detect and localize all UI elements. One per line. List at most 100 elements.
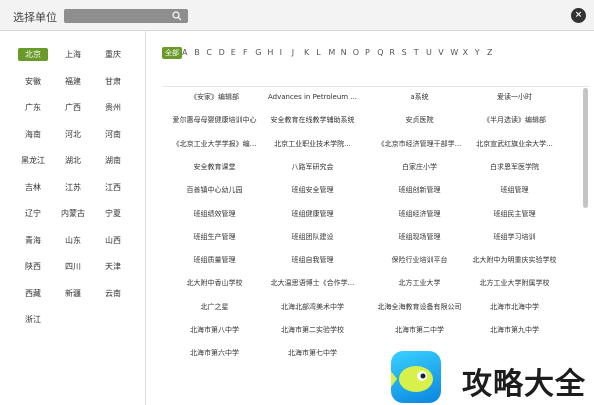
letter-filter-item[interactable]: U <box>426 47 432 59</box>
province-item[interactable]: 青海 <box>18 234 48 247</box>
province-item[interactable]: 海南 <box>18 128 48 141</box>
province-item[interactable]: 河北 <box>58 128 88 141</box>
letter-filter-item[interactable]: Z <box>487 47 492 59</box>
unit-item[interactable]: 北广之星 <box>162 301 267 313</box>
province-item[interactable]: 四川 <box>58 260 88 273</box>
letter-filter-item[interactable]: K <box>304 47 309 59</box>
letter-filter-item[interactable]: Q <box>377 47 383 59</box>
unit-item[interactable]: 八路军研究会 <box>260 161 365 173</box>
province-item[interactable]: 天津 <box>98 260 128 273</box>
province-item[interactable]: 内蒙古 <box>58 207 88 220</box>
unit-item[interactable]: a系统 <box>367 91 472 103</box>
unit-item[interactable]: 班组自我管理 <box>260 254 365 266</box>
unit-item[interactable]: 北京工业职业技术学院... <box>260 138 365 150</box>
letter-filter-item[interactable]: R <box>389 47 395 59</box>
province-item[interactable]: 吉林 <box>18 181 48 194</box>
province-item[interactable]: 河南 <box>98 128 128 141</box>
province-item[interactable]: 陕西 <box>18 260 48 273</box>
province-item[interactable]: 广西 <box>58 101 88 114</box>
letter-filter-item[interactable]: L <box>316 47 320 59</box>
unit-item[interactable]: 北海北部湾美术中学 <box>260 301 365 313</box>
unit-item[interactable]: 班组民主管理 <box>462 208 567 220</box>
unit-item[interactable]: 《北京市经济管理干部学... <box>367 138 472 150</box>
letter-filter-item[interactable]: 全部 <box>162 47 182 59</box>
unit-item[interactable]: 《北京工业大学学报》编... <box>162 138 267 150</box>
letter-filter-item[interactable]: I <box>280 47 282 59</box>
unit-item[interactable]: 班组健康管理 <box>260 208 365 220</box>
unit-item[interactable]: 班组质量管理 <box>162 254 267 266</box>
unit-item[interactable]: 班组团队建设 <box>260 231 365 243</box>
letter-filter-item[interactable]: X <box>463 47 468 59</box>
unit-item[interactable]: 安全教育在线教学辅助系统 <box>260 114 365 126</box>
unit-item[interactable]: 北大附中香山学校 <box>162 277 267 289</box>
letter-filter-item[interactable]: G <box>255 47 261 59</box>
unit-item[interactable]: 安全教育课堂 <box>162 161 267 173</box>
unit-item[interactable]: 班组经济管理 <box>367 208 472 220</box>
letter-filter-item[interactable]: H <box>267 47 273 59</box>
letter-filter-item[interactable]: A <box>182 47 187 59</box>
letter-filter-item[interactable]: O <box>353 47 359 59</box>
province-item[interactable]: 浙江 <box>18 313 48 326</box>
unit-item[interactable]: 北海全海教育设备有限公司 <box>367 301 472 313</box>
unit-item[interactable]: 班组绩效管理 <box>162 208 267 220</box>
letter-filter-item[interactable]: D <box>219 47 225 59</box>
letter-filter-item[interactable]: J <box>292 47 294 59</box>
unit-item[interactable]: 《半月选读》编辑部 <box>462 114 567 126</box>
province-item[interactable]: 上海 <box>58 48 88 61</box>
unit-item[interactable]: 北方工业大学 <box>367 277 472 289</box>
province-item[interactable]: 北京 <box>18 48 48 61</box>
letter-filter-item[interactable]: S <box>402 47 407 59</box>
province-item[interactable]: 福建 <box>58 75 88 88</box>
unit-item[interactable]: 北海市第八中学 <box>162 324 267 336</box>
unit-item[interactable]: 北大温思语博士《合作学... <box>260 277 365 289</box>
unit-item[interactable]: 北海市第二实验学校 <box>260 324 365 336</box>
letter-filter-item[interactable]: B <box>194 47 200 59</box>
unit-item[interactable]: 北方工业大学附属学校 <box>462 277 567 289</box>
unit-item[interactable]: 北海市第二中学 <box>367 324 472 336</box>
unit-item[interactable]: 北京宣武红旗业余大学... <box>462 138 567 150</box>
province-item[interactable]: 甘肃 <box>98 75 128 88</box>
letter-filter-item[interactable]: C <box>206 47 212 59</box>
letter-filter-item[interactable]: F <box>243 47 248 59</box>
letter-filter-item[interactable]: V <box>438 47 443 59</box>
scrollbar[interactable] <box>583 88 588 208</box>
unit-item[interactable]: 班组创新管理 <box>367 184 472 196</box>
letter-filter-item[interactable]: M <box>328 47 335 59</box>
province-item[interactable]: 山西 <box>98 234 128 247</box>
unit-item[interactable]: 班组现场管理 <box>367 231 472 243</box>
province-item[interactable]: 贵州 <box>98 101 128 114</box>
unit-item[interactable]: 爱尔惠母母婴健康培训中心 <box>162 114 267 126</box>
province-item[interactable]: 安徽 <box>18 75 48 88</box>
unit-item[interactable]: 班组管理 <box>462 184 567 196</box>
province-item[interactable]: 新疆 <box>58 287 88 300</box>
unit-item[interactable]: 安贞医院 <box>367 114 472 126</box>
province-item[interactable]: 云南 <box>98 287 128 300</box>
search-input[interactable] <box>64 9 188 23</box>
letter-filter-item[interactable]: T <box>414 47 419 59</box>
unit-item[interactable]: 北海市第六中学 <box>162 347 267 359</box>
province-item[interactable]: 重庆 <box>98 48 128 61</box>
unit-item[interactable]: 北海市北海中学 <box>462 301 567 313</box>
province-item[interactable]: 江西 <box>98 181 128 194</box>
province-item[interactable]: 江苏 <box>58 181 88 194</box>
unit-item[interactable]: 北海市第九中学 <box>462 324 567 336</box>
close-button[interactable]: × <box>571 8 586 23</box>
province-item[interactable]: 山东 <box>58 234 88 247</box>
letter-filter-item[interactable]: E <box>231 47 236 59</box>
province-item[interactable]: 广东 <box>18 101 48 114</box>
unit-item[interactable]: 《安家》编辑部 <box>162 91 267 103</box>
unit-item[interactable]: 班组生产管理 <box>162 231 267 243</box>
unit-item[interactable]: 爱读一小时 <box>462 91 567 103</box>
unit-item[interactable]: 百善镇中心幼儿园 <box>162 184 267 196</box>
letter-filter-item[interactable]: N <box>341 47 347 59</box>
province-item[interactable]: 辽宁 <box>18 207 48 220</box>
province-item[interactable]: 湖北 <box>58 154 88 167</box>
unit-item[interactable]: 白求恩军医学院 <box>462 161 567 173</box>
letter-filter-item[interactable]: Y <box>475 47 480 59</box>
province-item[interactable]: 宁夏 <box>98 207 128 220</box>
unit-item[interactable]: Advances in Petroleum ... <box>260 91 365 103</box>
unit-item[interactable]: 班组学习培训 <box>462 231 567 243</box>
unit-item[interactable]: 班组安全管理 <box>260 184 365 196</box>
unit-item[interactable]: 北海市第七中学 <box>260 347 365 359</box>
unit-item[interactable]: 北大附中为明重庆实验学校 <box>462 254 567 266</box>
